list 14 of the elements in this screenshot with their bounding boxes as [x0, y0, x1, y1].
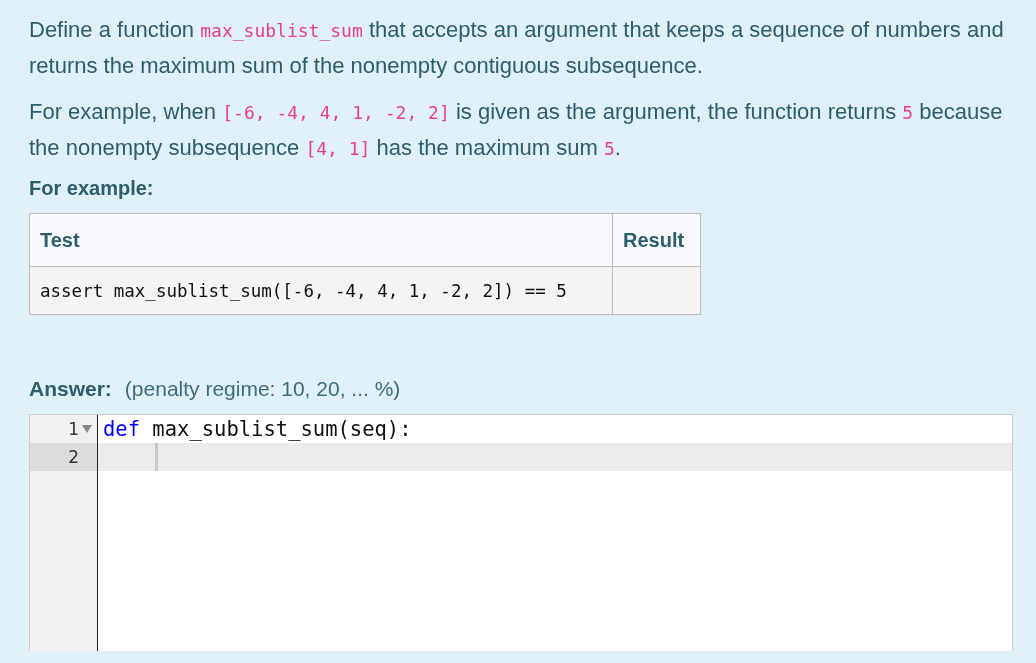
table-cell: assert max_sublist_sum([-6, -4, 4, 1, -2, 2]) == 5 [29, 266, 613, 315]
penalty-text: (penalty regime: 10, 20, ... %) [124, 377, 401, 401]
code-editor[interactable]: 1 2 def max_sublist_sum(seq): [29, 414, 1013, 651]
column-header: Test [29, 213, 613, 267]
section-heading: For example: [29, 177, 155, 200]
paragraph: For example, when [-6, -4, 4, 1, -2, 2] is given as the argument, the function returns 5 because the nonempty subsequence [4, 1] has the maximum sum 5. [29, 98, 1004, 162]
answer-label: Answer: [29, 377, 112, 401]
column-header: Result [612, 213, 701, 267]
paragraph: Define a function max_sublist_sum that accepts an argument that keeps a sequence of numbers and returns the maximum sum of the nonempty contiguous subsequence. [29, 16, 1005, 80]
fold-icon[interactable] [82, 424, 92, 434]
line-number: 2 [68, 447, 79, 467]
code-line: def max_sublist_sum(seq): [103, 417, 412, 441]
text-cursor [155, 443, 158, 471]
line-number: 1 [68, 419, 79, 439]
